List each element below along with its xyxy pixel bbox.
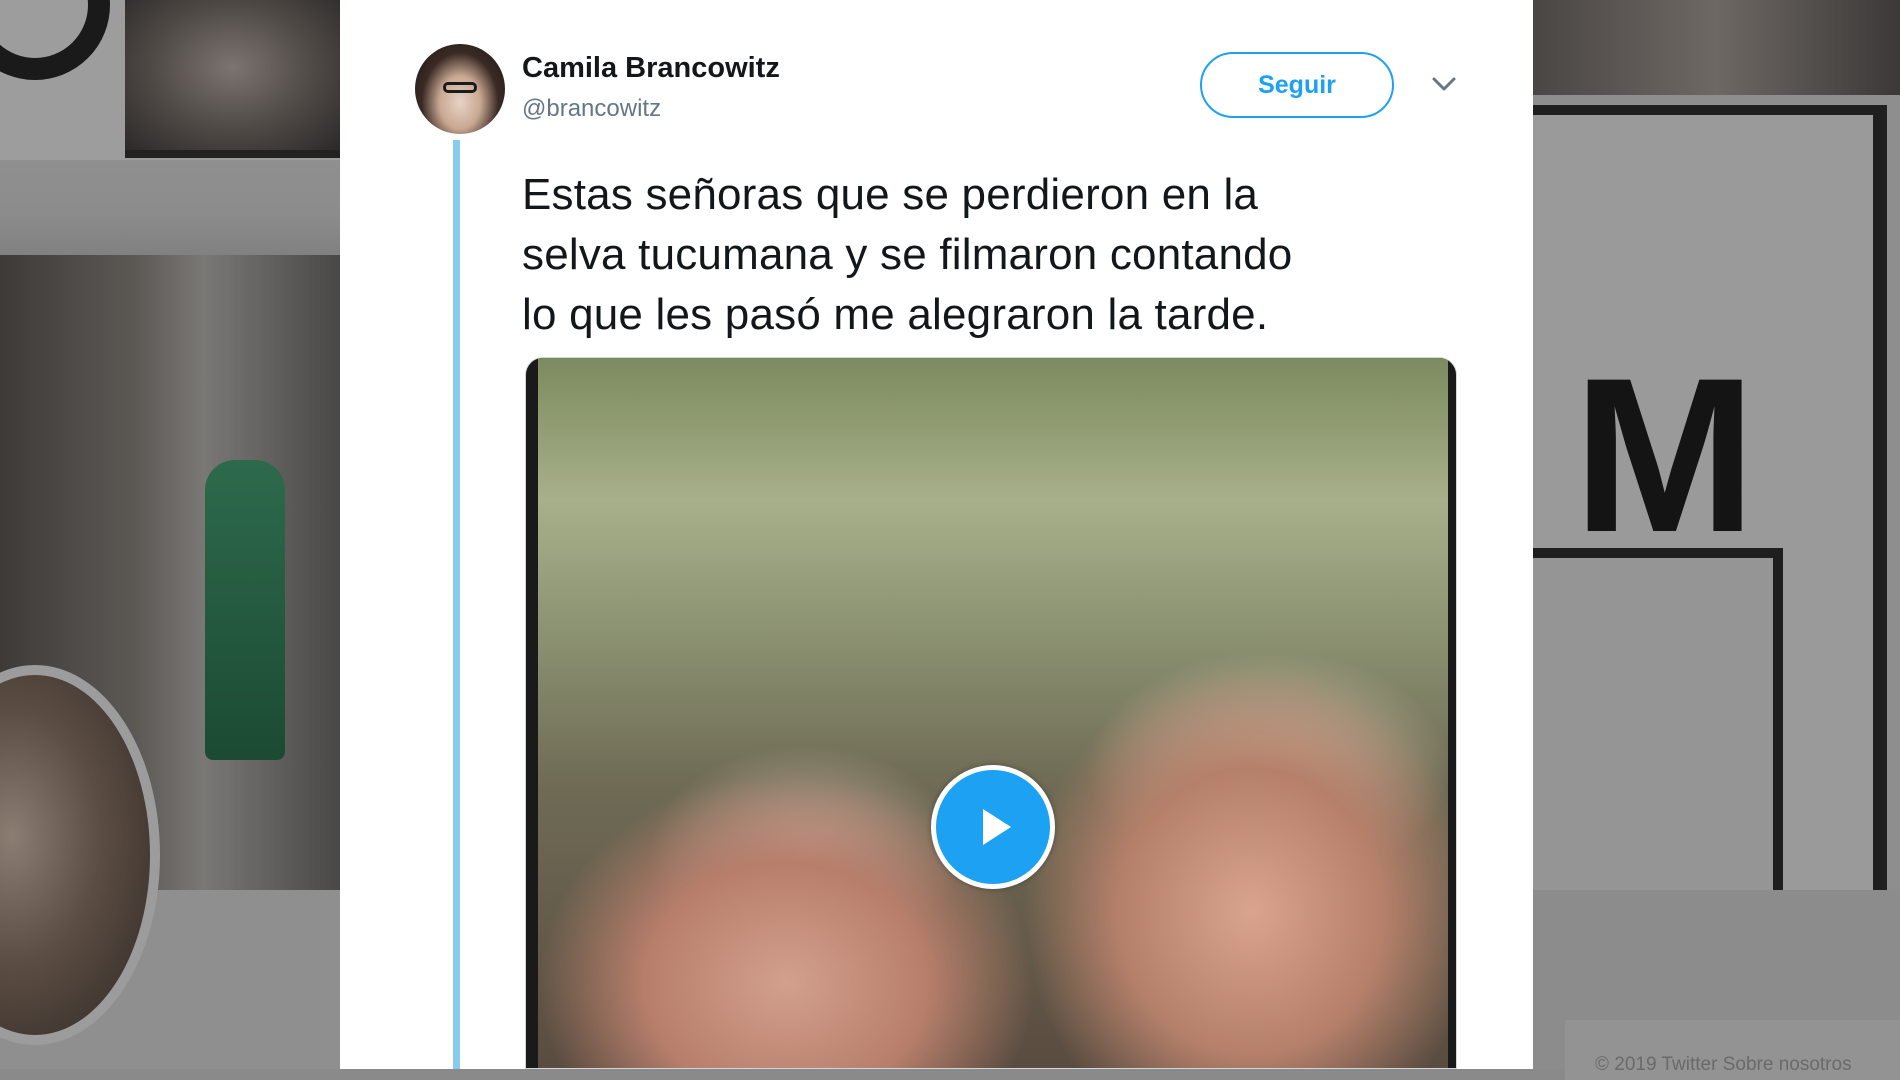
- background-page-left: [0, 0, 348, 1069]
- background-page-right: M © 2019 Twitter Sobre nosotros: [1533, 0, 1900, 1080]
- video-thumbnail: [526, 358, 1456, 1068]
- background-letter: M: [1573, 332, 1757, 578]
- play-button[interactable]: [931, 765, 1055, 889]
- chevron-down-icon[interactable]: [1430, 74, 1458, 94]
- video-player[interactable]: [525, 357, 1457, 1069]
- author-handle[interactable]: @brancowitz: [522, 95, 661, 123]
- follow-button[interactable]: Seguir: [1200, 52, 1394, 118]
- thread-line: [453, 140, 460, 1069]
- tweet-text-line: Estas señoras que se perdieron en la: [522, 170, 1259, 219]
- play-icon: [983, 809, 1011, 845]
- background-photo: [1533, 0, 1900, 95]
- tweet-text-line: lo que les pasó me alegraron la tarde.: [522, 290, 1269, 339]
- video-letterbox: [1448, 358, 1456, 1068]
- tweet-text-line: selva tucumana y se filmaron contando: [522, 230, 1293, 279]
- background-photo-detail: [205, 460, 285, 760]
- author-display-name[interactable]: Camila Brancowitz: [522, 52, 780, 85]
- background-panel-box: [1533, 548, 1783, 898]
- avatar-glasses: [443, 82, 477, 93]
- background-photo: [125, 0, 348, 158]
- background-footer-text[interactable]: © 2019 Twitter Sobre nosotros: [1595, 1054, 1852, 1076]
- video-letterbox: [526, 358, 538, 1068]
- tweet-text: Estas señoras que se perdieron en la sel…: [522, 165, 1422, 345]
- tweet-card: Camila Brancowitz @brancowitz Seguir Est…: [340, 0, 1533, 1069]
- avatar[interactable]: [415, 44, 505, 134]
